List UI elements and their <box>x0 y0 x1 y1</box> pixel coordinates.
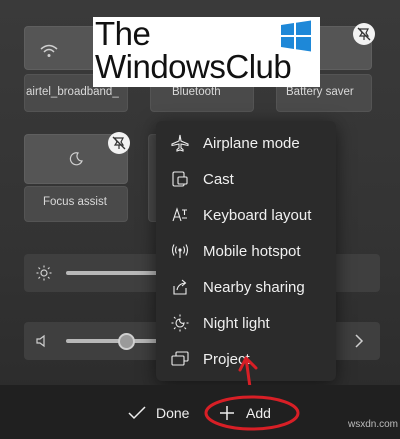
brightness-track[interactable] <box>66 271 166 275</box>
watermark-logo: The WindowsClub <box>93 15 320 87</box>
checkmark-icon <box>128 406 146 420</box>
unpin-focus-assist-button[interactable] <box>108 132 130 154</box>
menu-item-label: Keyboard layout <box>203 206 312 224</box>
watermark-line2: WindowsClub <box>95 48 292 85</box>
menu-item-label: Airplane mode <box>203 134 300 152</box>
volume-thumb[interactable] <box>118 333 135 350</box>
add-quick-setting-menu: Airplane mode Cast Keyboard layout Mobil… <box>156 121 336 381</box>
brightness-icon <box>36 265 52 281</box>
footer-bar: Done Add wsxdn.com <box>0 385 400 439</box>
cast-icon <box>170 170 190 188</box>
chevron-right-icon[interactable] <box>354 334 364 348</box>
quick-settings-panel: airtel_broadband_ Bluetooth Battery save… <box>0 0 400 439</box>
done-label: Done <box>156 405 190 421</box>
menu-item-airplane-mode[interactable]: Airplane mode <box>156 125 336 161</box>
volume-track[interactable] <box>66 339 166 343</box>
wifi-icon <box>40 44 58 57</box>
source-watermark: wsxdn.com <box>348 419 399 430</box>
wifi-label-overlay: airtel_broadband_ <box>26 86 119 98</box>
speaker-icon <box>36 334 45 348</box>
moon-icon <box>69 152 83 166</box>
annotation-circle <box>204 395 300 431</box>
menu-item-night-light[interactable]: Night light <box>156 305 336 341</box>
menu-item-label: Mobile hotspot <box>203 242 301 260</box>
nearby-sharing-icon <box>170 278 190 296</box>
keyboard-layout-icon <box>170 206 190 224</box>
menu-item-mobile-hotspot[interactable]: Mobile hotspot <box>156 233 336 269</box>
windows-logo-icon <box>281 20 311 52</box>
menu-item-label: Night light <box>203 314 270 332</box>
menu-item-label: Cast <box>203 170 234 188</box>
menu-item-keyboard-layout[interactable]: Keyboard layout <box>156 197 336 233</box>
unpin-icon <box>357 27 371 41</box>
menu-item-cast[interactable]: Cast <box>156 161 336 197</box>
focus-assist-label: Focus assist <box>43 196 107 208</box>
mobile-hotspot-icon <box>170 242 190 260</box>
project-icon <box>170 350 190 368</box>
unpin-battery-saver-button[interactable] <box>353 23 375 45</box>
unpin-icon <box>112 136 126 150</box>
menu-item-nearby-sharing[interactable]: Nearby sharing <box>156 269 336 305</box>
airplane-icon <box>170 134 190 152</box>
done-button[interactable]: Done <box>128 405 189 421</box>
menu-item-label: Nearby sharing <box>203 278 305 296</box>
night-light-icon <box>170 314 190 332</box>
bluetooth-label-overlay: Bluetooth <box>172 86 221 98</box>
battery-saver-label-overlay: Battery saver <box>286 86 354 98</box>
